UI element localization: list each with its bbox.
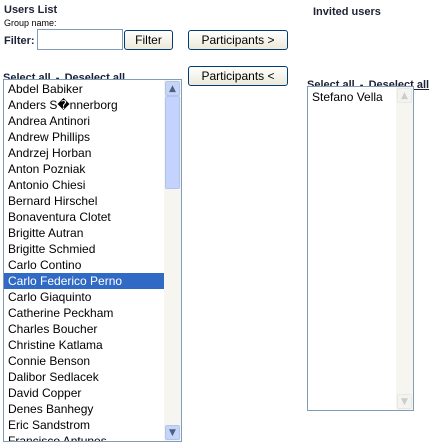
list-item[interactable]: Brigitte Schmied: [4, 241, 181, 257]
list-item[interactable]: Connie Benson: [4, 353, 181, 369]
list-item[interactable]: Andrea Antinori: [4, 113, 181, 129]
scroll-down-icon[interactable]: ▼: [397, 394, 412, 409]
invited-users-title: Invited users: [313, 6, 381, 18]
scroll-down-icon[interactable]: ▼: [165, 425, 180, 440]
list-item[interactable]: Carlo Federico Perno: [4, 273, 181, 289]
filter-input[interactable]: [37, 29, 123, 50]
filter-label: Filter:: [4, 35, 35, 47]
group-name-label: Group name:: [4, 18, 57, 28]
list-item[interactable]: Catherine Peckham: [4, 305, 181, 321]
list-item[interactable]: Carlo Giaquinto: [4, 289, 181, 305]
list-item[interactable]: Denes Banhegy: [4, 401, 181, 417]
scrollbar[interactable]: ▲ ▼: [164, 80, 181, 441]
scroll-thumb[interactable]: [165, 96, 180, 189]
list-item[interactable]: Abdel Babiker: [4, 81, 181, 97]
scroll-up-icon[interactable]: ▲: [397, 88, 412, 103]
list-item[interactable]: Charles Boucher: [4, 321, 181, 337]
list-item[interactable]: Anton Pozniak: [4, 161, 181, 177]
filter-button[interactable]: Filter: [124, 30, 173, 50]
list-item[interactable]: Francisco Antunes: [4, 433, 181, 441]
list-item[interactable]: Carlo Contino: [4, 257, 181, 273]
list-item[interactable]: Antonio Chiesi: [4, 177, 181, 193]
remove-participants-button[interactable]: Participants <: [188, 66, 288, 86]
invited-users-listbox[interactable]: Stefano Vella ▲ ▼: [307, 86, 414, 411]
list-item[interactable]: Dalibor Sedlacek: [4, 369, 181, 385]
list-item[interactable]: Andrzej Horban: [4, 145, 181, 161]
scroll-up-icon[interactable]: ▲: [165, 81, 180, 96]
list-item[interactable]: Christine Katlama: [4, 337, 181, 353]
users-list-title: Users List: [4, 4, 58, 16]
list-item[interactable]: Eric Sandstrom: [4, 417, 181, 433]
list-item[interactable]: Bernard Hirschel: [4, 193, 181, 209]
list-item[interactable]: Brigitte Autran: [4, 225, 181, 241]
scrollbar[interactable]: ▲ ▼: [396, 87, 413, 410]
list-item[interactable]: Bonaventura Clotet: [4, 209, 181, 225]
users-listbox[interactable]: Abdel Babiker Anders S�nnerborg Andrea Ant…: [3, 79, 182, 442]
list-item[interactable]: Anders S�nnerborg: [4, 97, 181, 113]
list-item[interactable]: Andrew Phillips: [4, 129, 181, 145]
list-item[interactable]: David Copper: [4, 385, 181, 401]
add-participants-button[interactable]: Participants >: [188, 30, 288, 50]
